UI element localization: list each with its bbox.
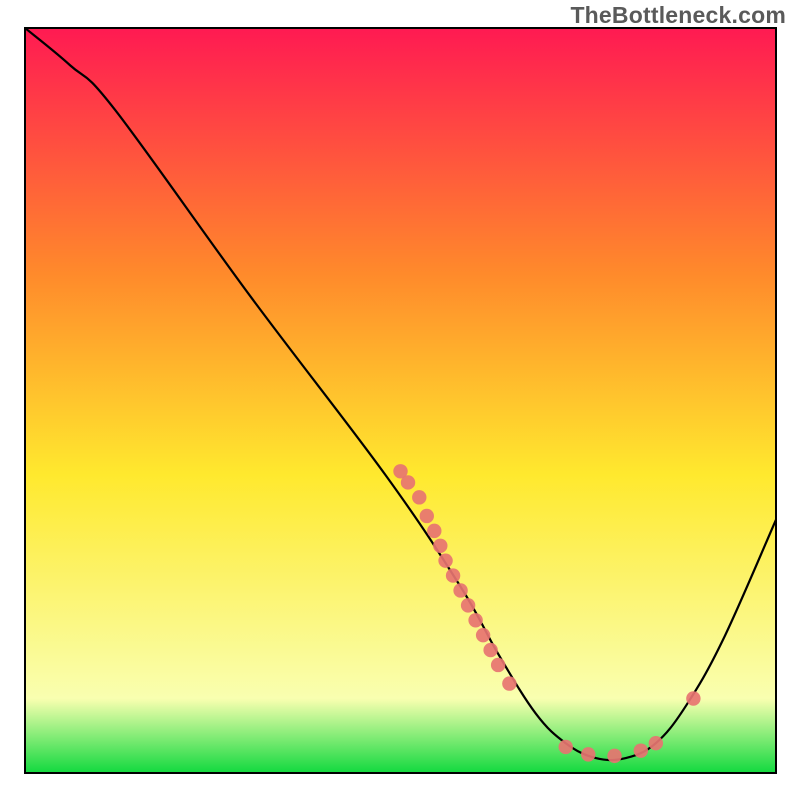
data-marker — [438, 553, 452, 567]
data-marker — [461, 598, 475, 612]
data-marker — [502, 676, 516, 690]
data-marker — [433, 539, 447, 553]
data-marker — [420, 509, 434, 523]
data-marker — [491, 658, 505, 672]
data-marker — [686, 691, 700, 705]
data-marker — [476, 628, 490, 642]
data-marker — [649, 736, 663, 750]
data-marker — [581, 747, 595, 761]
data-marker — [446, 568, 460, 582]
data-marker — [468, 613, 482, 627]
data-marker — [634, 743, 648, 757]
data-marker — [453, 583, 467, 597]
chart-container: TheBottleneck.com — [0, 0, 800, 800]
data-marker — [412, 490, 426, 504]
watermark-text: TheBottleneck.com — [570, 2, 786, 29]
data-marker — [427, 524, 441, 538]
data-marker — [483, 643, 497, 657]
bottleneck-chart — [0, 0, 800, 800]
data-marker — [401, 475, 415, 489]
data-marker — [559, 740, 573, 754]
data-marker — [607, 749, 621, 763]
